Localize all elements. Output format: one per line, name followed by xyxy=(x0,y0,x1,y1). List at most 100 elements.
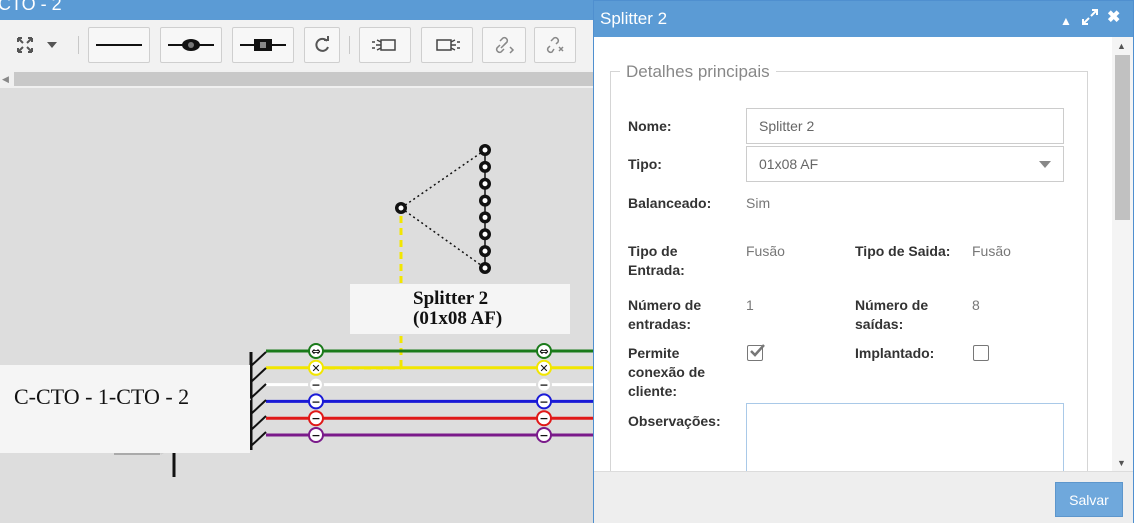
scroll-left-icon[interactable]: ◀ xyxy=(2,74,9,85)
tipo-entrada-value: Fusão xyxy=(746,243,785,259)
fiber-connector-mark: − xyxy=(539,379,548,392)
line-icon xyxy=(96,43,142,47)
splitter-label-box[interactable]: Splitter 2 (01x08 AF) xyxy=(350,284,570,334)
fiber-connector-mark: ⇔ xyxy=(311,345,320,358)
unlink-button[interactable] xyxy=(534,27,576,63)
tipo-saida-label: Tipo de Saida: xyxy=(855,243,951,259)
unlink-icon xyxy=(543,35,567,55)
fiber-connector-mark: ✕ xyxy=(539,362,548,375)
dialog-body: Detalhes principais Nome: Tipo: 01x08 AF… xyxy=(594,37,1112,471)
fiber-connector-mark: ✕ xyxy=(311,362,320,375)
fiber-connector-mark: − xyxy=(311,429,320,442)
close-icon[interactable]: ✖ xyxy=(1107,9,1120,27)
splitter-output-port[interactable] xyxy=(479,194,491,207)
balanceado-label: Balanceado: xyxy=(628,195,712,211)
fiber-connector[interactable]: − xyxy=(536,427,552,443)
line-tool-button[interactable] xyxy=(88,27,150,63)
permite-checkbox[interactable] xyxy=(747,344,765,361)
fiber-connector[interactable]: ⇔ xyxy=(308,343,324,359)
fiber-connector-mark: − xyxy=(539,412,548,425)
num-saidas-value: 8 xyxy=(972,297,980,313)
balanceado-value: Sim xyxy=(746,195,771,211)
input-tool-button[interactable] xyxy=(359,27,411,63)
fiber-connector[interactable]: − xyxy=(536,376,552,393)
save-button[interactable]: Salvar xyxy=(1055,482,1123,517)
toolbar-separator xyxy=(349,36,350,54)
fiber-connector[interactable]: − xyxy=(308,376,324,393)
nome-label: Nome: xyxy=(628,118,672,134)
fiber-connector-mark: − xyxy=(539,395,548,408)
implantado-label: Implantado: xyxy=(855,345,935,361)
splitter-output-port[interactable] xyxy=(479,245,491,258)
toolbar-separator xyxy=(78,36,79,54)
implantado-checkbox[interactable] xyxy=(973,345,989,361)
diagram-toolbar xyxy=(0,20,600,70)
cable-end-hatch xyxy=(249,351,267,450)
tipo-saida-value: Fusão xyxy=(972,243,1011,259)
splitter-type: (01x08 AF) xyxy=(413,308,503,329)
horizontal-scrollbar[interactable]: ◀ xyxy=(0,70,600,88)
link-button[interactable] xyxy=(482,27,526,63)
fiber-connector[interactable]: ✕ xyxy=(536,359,552,376)
collapse-icon[interactable]: ▲ xyxy=(1060,12,1072,30)
fiber-connector[interactable]: ✕ xyxy=(308,359,324,376)
tipo-select[interactable]: 01x08 AF xyxy=(746,146,1064,182)
cable-label: C-CTO - 1-CTO - 2 xyxy=(14,384,190,409)
cable-label-box[interactable]: C-CTO - 1-CTO - 2 xyxy=(0,365,250,453)
expand-arrows-icon xyxy=(15,35,35,55)
splitter-shape[interactable] xyxy=(400,149,486,269)
nome-input[interactable] xyxy=(746,108,1064,144)
dialog-scrollbar[interactable]: ▲ ▼ xyxy=(1112,37,1133,471)
splitter-dialog: Splitter 2 ▲ ✖ Detalhes principais Nome:… xyxy=(593,0,1134,523)
window-title: CTO - 2 xyxy=(0,0,62,14)
rotate-icon xyxy=(313,36,331,54)
fiber-connector[interactable]: ⇔ xyxy=(536,343,552,359)
fiber-connector[interactable]: − xyxy=(536,393,552,410)
scroll-up-icon[interactable]: ▲ xyxy=(1117,41,1126,51)
fusion-tool-button[interactable] xyxy=(160,27,222,63)
splitter-output-port[interactable] xyxy=(479,160,491,173)
fiber-connector[interactable]: − xyxy=(308,410,324,427)
plug-in-icon xyxy=(371,37,399,53)
dialog-footer: Salvar xyxy=(594,471,1133,523)
splitter-output-port[interactable] xyxy=(479,211,491,224)
fit-view-button[interactable] xyxy=(4,27,68,63)
link-icon xyxy=(492,35,516,55)
scrollbar-thumb[interactable] xyxy=(1115,55,1130,220)
tipo-selected-value: 01x08 AF xyxy=(759,156,819,172)
fiber-connector-mark: − xyxy=(539,429,548,442)
splitter-output-port[interactable] xyxy=(479,228,491,241)
section-title: Detalhes principais xyxy=(620,62,776,82)
num-saidas-label: Número de saídas: xyxy=(855,297,929,332)
dialog-title: Splitter 2 xyxy=(600,9,668,28)
splitter-output-port[interactable] xyxy=(479,177,491,190)
scrollbar-thumb[interactable] xyxy=(14,72,594,86)
connector-tool-button[interactable] xyxy=(232,27,294,63)
tipo-label: Tipo: xyxy=(628,156,662,172)
fiber-connector-mark: − xyxy=(311,379,320,392)
splitter-output-port[interactable] xyxy=(479,144,491,156)
observacoes-label: Observações: xyxy=(628,413,721,429)
num-entradas-label: Número de entradas: xyxy=(628,297,702,332)
observacoes-textarea[interactable] xyxy=(746,403,1064,471)
fiber-connector[interactable]: − xyxy=(308,427,324,443)
chevron-down-icon xyxy=(47,42,57,48)
maximize-icon[interactable] xyxy=(1082,9,1098,30)
fiber-connector-mark: − xyxy=(311,412,320,425)
splitter-name: Splitter 2 xyxy=(413,288,489,309)
output-tool-button[interactable] xyxy=(421,27,473,63)
fiber-connector[interactable]: − xyxy=(536,410,552,427)
fiber-connector[interactable]: − xyxy=(308,393,324,410)
permite-label: Permite conexão de cliente: xyxy=(628,345,706,399)
rotate-button[interactable] xyxy=(304,27,340,63)
fiber-connector-mark: ⇔ xyxy=(539,345,548,358)
splitter-input-port[interactable] xyxy=(395,202,407,214)
splitter-output-port[interactable] xyxy=(479,262,491,274)
scroll-down-icon[interactable]: ▼ xyxy=(1117,458,1126,468)
diagram-canvas[interactable]: ⇔ ⇔ ✕ ✕ − − − − − − − − Splitter 2 (01x08 AF) C-CTO… xyxy=(0,88,600,523)
chevron-down-icon xyxy=(1039,161,1051,168)
connector-icon xyxy=(240,38,286,52)
tipo-entrada-label: Tipo de Entrada: xyxy=(628,243,685,278)
dialog-header[interactable]: Splitter 2 ▲ ✖ xyxy=(594,1,1133,37)
plug-out-icon xyxy=(433,37,461,53)
